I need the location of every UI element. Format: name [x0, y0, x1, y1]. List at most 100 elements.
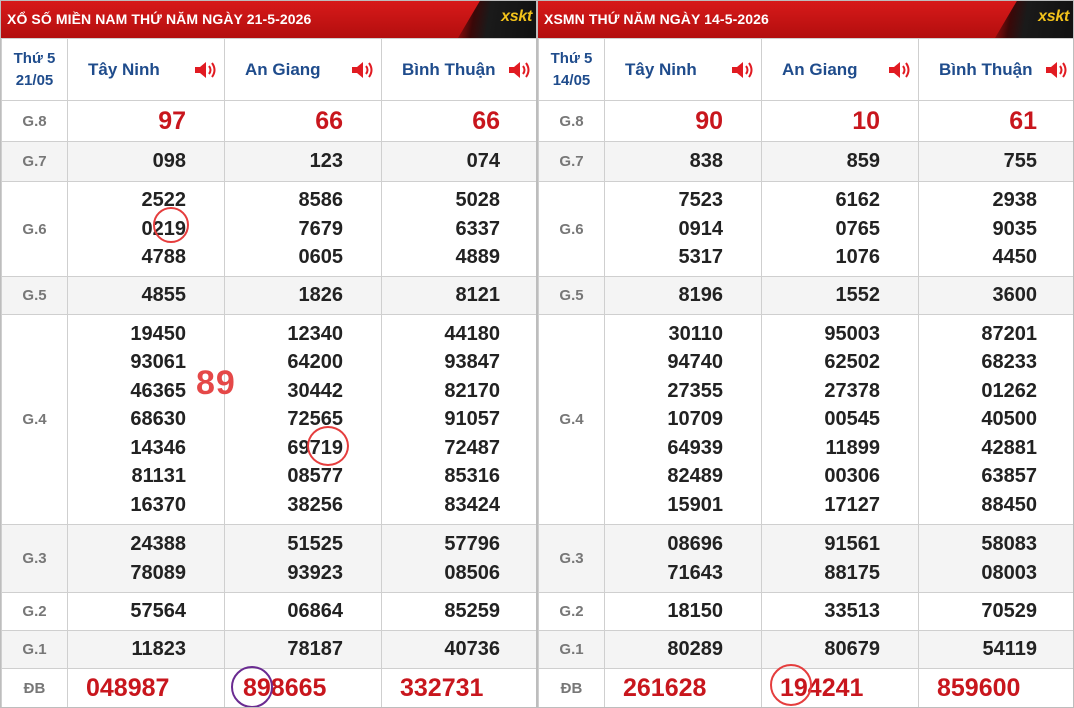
speaker-icon[interactable]: [1043, 58, 1069, 82]
prize-cell: 8121: [381, 276, 536, 315]
prize-cell: 51525 93923: [224, 524, 382, 593]
prize-number: 11899: [825, 436, 880, 459]
prize-cell: 19450 93061 46365 68630 14346 81131 16370: [67, 314, 225, 525]
speaker-icon[interactable]: [886, 58, 912, 82]
xskt-logo[interactable]: xskt: [458, 1, 536, 38]
prize-number: 1076: [835, 246, 881, 269]
prize-row: G.7 838 859 755: [538, 141, 1073, 182]
prize-number: 64200: [287, 351, 343, 374]
province-header: An Giang: [224, 38, 382, 101]
prize-number: 755: [1003, 150, 1037, 173]
prize-cell: 755: [918, 141, 1073, 182]
panel-title: XSMN THỨ NĂM NGÀY 14-5-2026: [544, 11, 769, 27]
province-name: Tây Ninh: [625, 59, 697, 79]
prize-number: 838: [689, 150, 723, 173]
prize-number: 85259: [444, 600, 500, 623]
prize-name: G.7: [1, 141, 68, 182]
prize-number: 27378: [824, 379, 880, 402]
prize-number: 64939: [667, 436, 723, 459]
prize-name: G.3: [1, 524, 68, 593]
prize-row: G.5 8196 1552 3600: [538, 276, 1073, 315]
prize-number: 93061: [130, 351, 186, 374]
prize-number: 19450: [130, 322, 186, 345]
prize-cell: 97: [67, 100, 225, 142]
annotation-number: 89: [196, 364, 236, 402]
prize-number: 68630: [130, 408, 186, 431]
prize-cell: 80679: [761, 630, 919, 669]
prize-cell: 90: [604, 100, 762, 142]
prize-name: G.6: [1, 181, 68, 277]
prize-number: 01262: [981, 379, 1037, 402]
xskt-logo[interactable]: xskt: [995, 1, 1073, 38]
prize-cell: 4855: [67, 276, 225, 315]
speaker-icon[interactable]: [729, 58, 755, 82]
province-name: An Giang: [782, 59, 858, 79]
prize-row: G.4 30110 94740 27355 10709 64939 82489 15901 95…: [538, 314, 1073, 525]
date-label: 14/05: [552, 71, 591, 89]
prize-number: 83424: [444, 493, 500, 516]
prize-row: G.1 80289 80679 54119: [538, 630, 1073, 669]
prize-name: G.1: [1, 630, 68, 669]
prize-row: G.8 90 10 61: [538, 100, 1073, 142]
prize-number: 81131: [131, 465, 186, 488]
draw-day-cell: Thứ 5 21/05: [1, 38, 68, 101]
prize-number: 51525: [287, 533, 343, 555]
prize-number: 6337: [455, 217, 501, 240]
prize-number: 82170: [444, 379, 500, 402]
prize-number: 33513: [824, 600, 880, 623]
prize-number: 18150: [667, 600, 723, 623]
prize-number: 5028: [455, 189, 501, 212]
prize-number: 1552: [835, 284, 881, 307]
prize-number: 15901: [667, 493, 723, 516]
prize-row: G.3 24388 78089 51525 93923 57796 08506: [1, 524, 536, 593]
day-label: Thứ 5: [13, 49, 56, 67]
prize-number: 098: [152, 150, 186, 173]
prize-number: 30110: [668, 322, 723, 345]
prize-number: 3600: [992, 284, 1038, 307]
prize-cell: 7523 0914 5317: [604, 181, 762, 277]
prize-number: 38256: [287, 493, 343, 516]
prize-cell: 61: [918, 100, 1073, 142]
prize-number: 859: [846, 150, 880, 173]
speaker-icon[interactable]: [349, 58, 375, 82]
prize-number: 261628: [623, 674, 707, 703]
speaker-icon[interactable]: [506, 58, 532, 82]
prize-row: G.6 2522 0219 4788 8586 7679 0605 5028 6337 4889: [1, 181, 536, 277]
prize-cell: 11823: [67, 630, 225, 669]
date-label: 21/05: [15, 71, 54, 89]
prize-number: 93923: [287, 561, 343, 584]
prize-number: 5317: [678, 246, 724, 269]
prize-number: 0765: [835, 217, 881, 240]
prize-number: 54119: [982, 638, 1037, 661]
prize-number: 123: [309, 150, 343, 173]
prize-number: 94740: [667, 351, 723, 374]
prize-cell: 859: [761, 141, 919, 182]
province-header-row: Thứ 5 21/05 Tây Ninh An Giang Bình Thuận: [1, 38, 536, 101]
prize-cell: 58083 08003: [918, 524, 1073, 593]
prize-number: 08577: [287, 465, 343, 488]
prize-cell: 332731: [381, 668, 536, 707]
prize-cell: 859600: [918, 668, 1073, 707]
prize-cell: 80289: [604, 630, 762, 669]
prize-cell: 3600: [918, 276, 1073, 315]
prize-number: 8196: [678, 284, 724, 307]
prize-number: 06864: [287, 600, 343, 623]
speaker-icon[interactable]: [192, 58, 218, 82]
prize-number: 17127: [824, 493, 880, 516]
province-name: Bình Thuận: [939, 59, 1033, 79]
prize-cell: 2938 9035 4450: [918, 181, 1073, 277]
prize-number: 6162: [835, 189, 881, 212]
prize-number: 44180: [444, 322, 500, 345]
prize-name: G.7: [538, 141, 605, 182]
prize-row: G.5 4855 1826 8121: [1, 276, 536, 315]
highlight-circle: [153, 207, 189, 243]
province-header-row: Thứ 5 14/05 Tây Ninh An Giang Bình Thuận: [538, 38, 1073, 101]
prize-row: G.4 19450 93061 46365 68630 14346 81131 16370 12…: [1, 314, 536, 525]
prize-cell: 2522 0219 4788: [67, 181, 225, 277]
prize-number: 82489: [667, 465, 723, 488]
prize-number: 859600: [937, 674, 1021, 703]
prize-number: 30442: [287, 379, 343, 402]
prize-row: G.3 08696 71643 91561 88175 58083 08003: [538, 524, 1073, 593]
prize-cell: 12340 64200 30442 72565 69719 08577 38256: [224, 314, 382, 525]
results-panel-left: XỔ SỐ MIỀN NAM THỨ NĂM NGÀY 21-5-2026 xs…: [0, 0, 537, 708]
